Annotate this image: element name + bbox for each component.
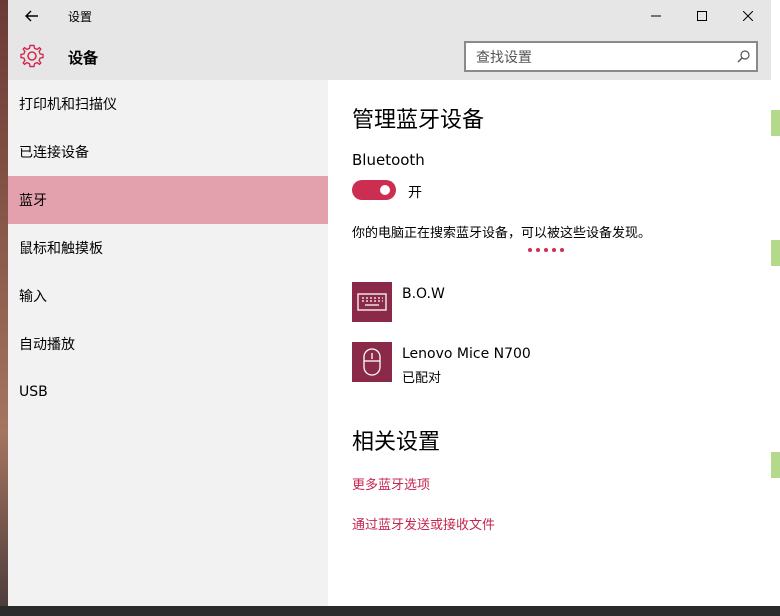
sidebar-item-connected-devices[interactable]: 已连接设备 (8, 128, 328, 176)
progress-dot (552, 248, 556, 252)
mouse-icon (363, 348, 381, 376)
toggle-knob (380, 185, 390, 195)
device-item[interactable]: Lenovo Mice N700 已配对 (352, 342, 752, 386)
window-title: 设置 (68, 9, 93, 24)
progress-dot (560, 248, 564, 252)
sidebar-item-bluetooth[interactable]: 蓝牙 (8, 176, 328, 224)
desktop-background-right (771, 0, 780, 616)
minimize-button[interactable] (633, 0, 679, 32)
bluetooth-toggle[interactable] (352, 180, 396, 200)
device-status: 已配对 (402, 371, 442, 386)
sidebar-item-mouse-touchpad[interactable]: 鼠标和触摸板 (8, 224, 328, 272)
desktop-background-left (0, 0, 8, 616)
close-button[interactable] (725, 0, 771, 32)
minimize-icon (651, 15, 661, 17)
bluetooth-label: Bluetooth (352, 151, 425, 169)
sidebar: 打印机和扫描仪 已连接设备 蓝牙 鼠标和触摸板 输入 自动播放 USB (8, 80, 328, 606)
sidebar-item-usb[interactable]: USB (8, 368, 328, 416)
device-name: B.O.W (402, 286, 445, 302)
desktop-strip (771, 452, 780, 478)
page-title: 设备 (68, 49, 99, 67)
sidebar-item-printers-scanners[interactable]: 打印机和扫描仪 (8, 80, 328, 128)
search-box[interactable]: 查找设置 (464, 41, 758, 72)
keyboard-icon (357, 293, 387, 311)
device-name: Lenovo Mice N700 (402, 346, 531, 362)
page-header: 设备 查找设置 (8, 32, 771, 80)
maximize-icon (697, 11, 707, 21)
search-button[interactable] (730, 44, 756, 70)
device-item[interactable]: B.O.W (352, 282, 752, 324)
searching-progress-dots (528, 248, 564, 252)
maximize-button[interactable] (679, 0, 725, 32)
sidebar-item-autoplay[interactable]: 自动播放 (8, 320, 328, 368)
toggle-state-label: 开 (408, 185, 422, 201)
close-icon (743, 11, 753, 21)
settings-window: 设置 设备 查找设置 打印机和扫描仪 已连接设备 蓝牙 鼠标和触摸板 输入 自动… (8, 0, 771, 606)
desktop-strip (771, 240, 780, 266)
sidebar-item-typing[interactable]: 输入 (8, 272, 328, 320)
desktop-strip (771, 110, 780, 136)
related-settings-title: 相关设置 (352, 430, 441, 455)
window-controls (633, 0, 771, 32)
progress-dot (544, 248, 548, 252)
progress-dot (536, 248, 540, 252)
section-title: 管理蓝牙设备 (352, 108, 485, 133)
searching-status-text: 你的电脑正在搜索蓝牙设备，可以被这些设备发现。 (352, 226, 652, 241)
search-icon (737, 50, 750, 63)
back-button[interactable] (8, 0, 56, 32)
title-bar: 设置 (8, 0, 771, 32)
more-bluetooth-options-link[interactable]: 更多蓝牙选项 (352, 474, 430, 493)
device-icon-tile (352, 342, 392, 382)
progress-dot (528, 248, 532, 252)
gear-icon (20, 44, 44, 68)
device-icon-tile (352, 282, 392, 322)
arrow-left-icon (25, 10, 38, 22)
taskbar (0, 606, 780, 616)
search-input[interactable]: 查找设置 (476, 47, 730, 67)
bluetooth-file-transfer-link[interactable]: 通过蓝牙发送或接收文件 (352, 514, 495, 533)
main-content: 管理蓝牙设备 Bluetooth 开 你的电脑正在搜索蓝牙设备，可以被这些设备发… (328, 80, 771, 606)
